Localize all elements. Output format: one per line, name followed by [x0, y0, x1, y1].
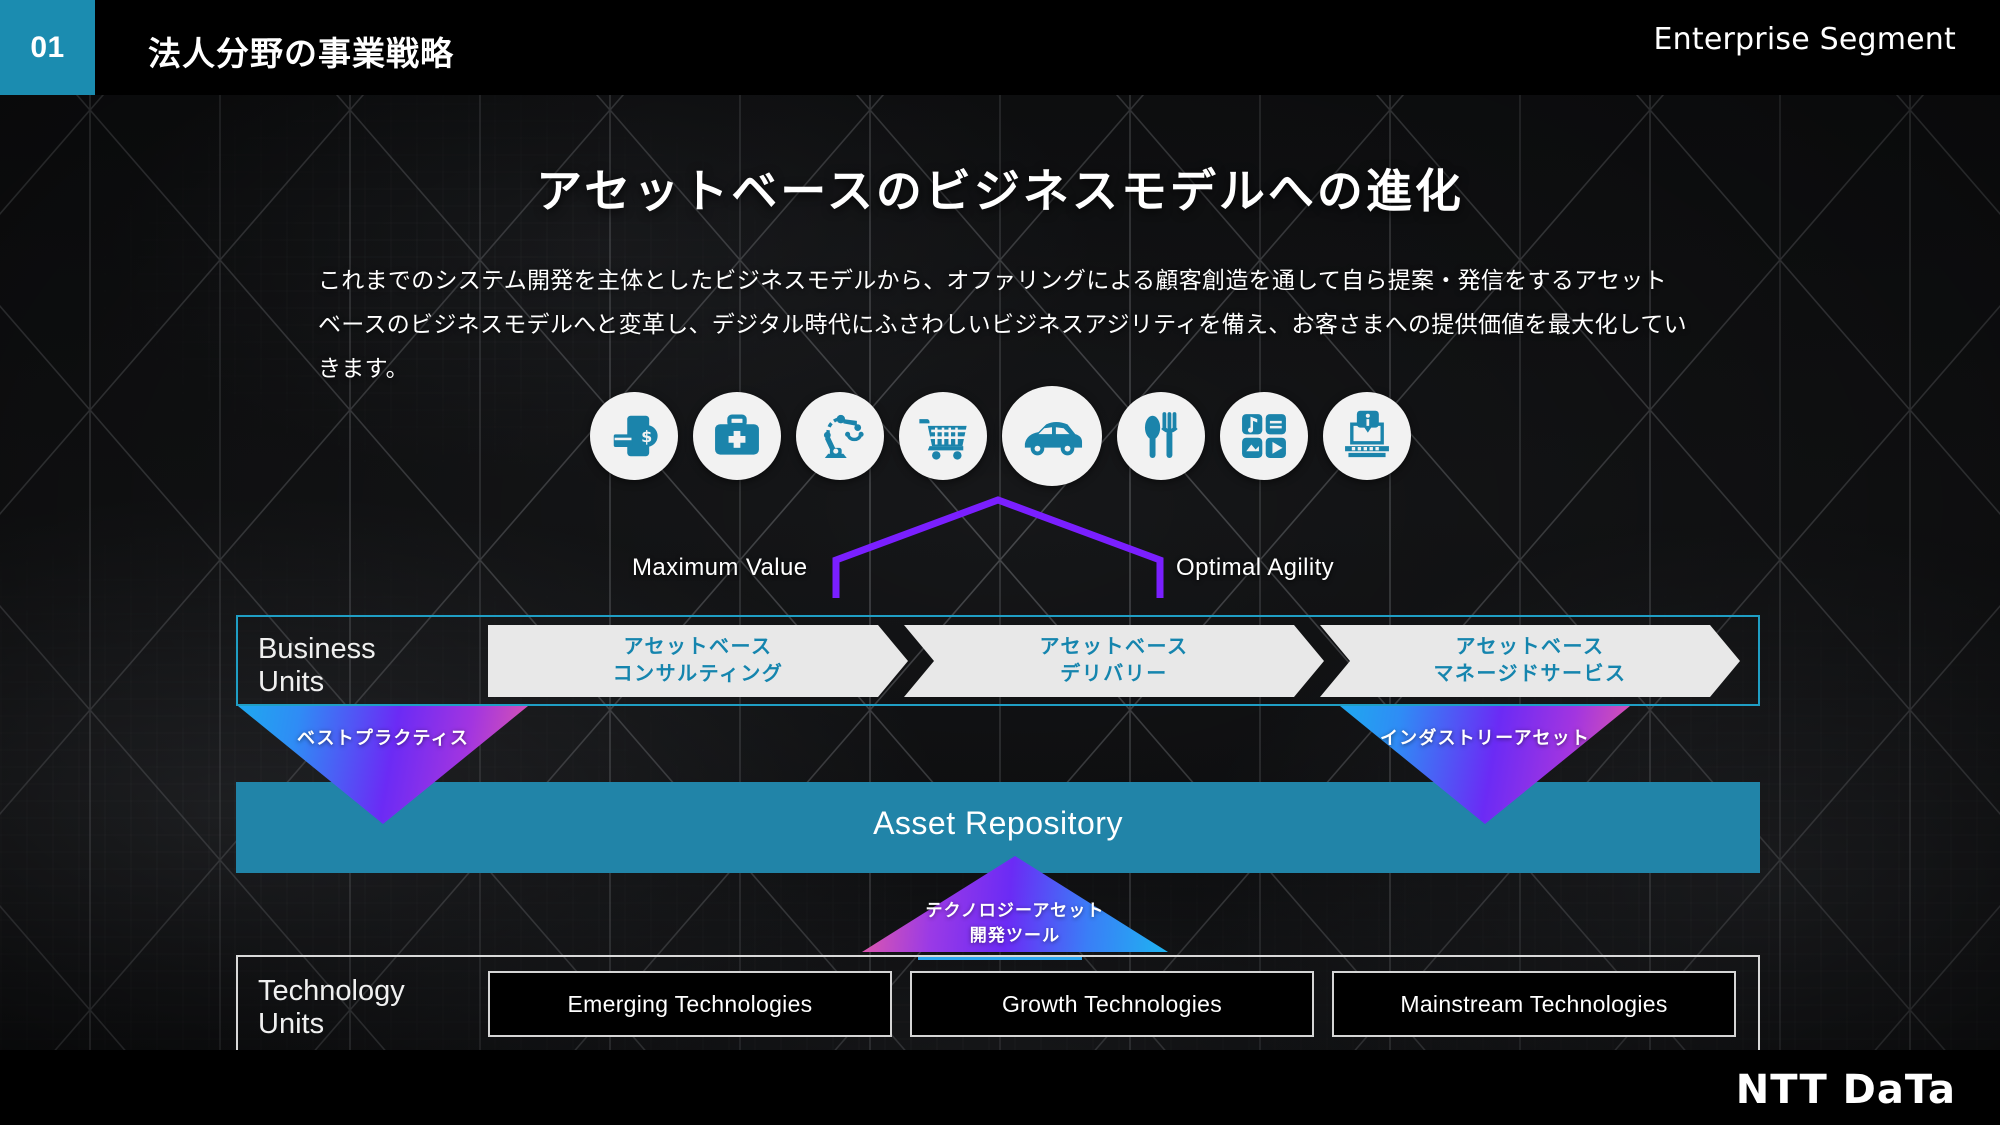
slide-header: 01 法人分野の事業戦略 Enterprise Segment — [0, 0, 2000, 95]
lede-paragraph: これまでのシステム開発を主体としたビジネスモデルから、オファリングによる顧客創造… — [318, 267, 1687, 381]
arrow-label-maximum-value: Maximum Value — [632, 554, 808, 581]
chevron-managed-service-line2: マネージドサービス — [1433, 663, 1627, 685]
business-units-label: Business Units — [258, 633, 376, 699]
chevron-consulting-line2: コンサルティング — [612, 663, 784, 685]
chevron-consulting-line1: アセットベース — [623, 636, 773, 658]
mobile-payment-icon: $ — [589, 392, 678, 480]
page-title: 法人分野の事業戦略 — [148, 35, 454, 72]
technology-units-label-line1: Technology — [258, 975, 405, 1007]
shopping-cart-icon — [898, 392, 987, 480]
chevron-managed-service-line1: アセットベース — [1455, 636, 1605, 658]
chevron-delivery[interactable]: アセットベース デリバリー — [904, 625, 1324, 697]
robot-arm-icon — [795, 392, 884, 480]
car-icon — [1001, 386, 1102, 486]
media-apps-icon — [1219, 392, 1308, 480]
section-number-badge: 01 — [0, 0, 95, 95]
industry-icon-row: $ — [0, 386, 2000, 486]
chevron-delivery-line2: デリバリー — [1060, 663, 1168, 685]
business-units-label-line1: Business — [258, 633, 376, 665]
business-units-label-line2: Units — [258, 666, 325, 698]
technology-units-label: Technology Units — [258, 975, 405, 1041]
laptop-info-icon — [1322, 392, 1411, 480]
arrow-label-optimal-agility: Optimal Agility — [1176, 554, 1335, 581]
triangle-technology-asset-line1: テクノロジーアセット — [925, 901, 1105, 920]
asset-repository-label: Asset Repository — [873, 805, 1123, 841]
headline: アセットベースのビジネスモデルへの進化 — [536, 165, 1464, 217]
triangle-technology-asset-line2: 開発ツール — [969, 926, 1061, 945]
technology-units-label-line2: Units — [258, 1008, 325, 1040]
medical-kit-icon — [692, 392, 781, 480]
svg-text:$: $ — [641, 427, 652, 446]
tech-box-mainstream[interactable]: Mainstream Technologies — [1332, 971, 1736, 1037]
slide-footer: NTT DaTa — [0, 1050, 2000, 1125]
tech-box-emerging[interactable]: Emerging Technologies — [488, 971, 892, 1037]
cutlery-icon — [1116, 392, 1205, 480]
tech-box-growth[interactable]: Growth Technologies — [910, 971, 1314, 1037]
slide-root: 01 法人分野の事業戦略 Enterprise Segment アセットベースの… — [0, 0, 2000, 1125]
chevron-delivery-line1: アセットベース — [1039, 636, 1189, 658]
business-units-chevron-row: アセットベース コンサルティング アセットベース デリバリー アセットベース マ… — [488, 625, 1736, 697]
triangle-technology-asset-label: テクノロジーアセット 開発ツール — [862, 898, 1168, 948]
chevron-consulting[interactable]: アセットベース コンサルティング — [488, 625, 908, 697]
technology-units-row: Emerging Technologies Growth Technologie… — [488, 971, 1736, 1037]
ntt-data-logo: NTT DaTa — [1735, 1067, 1956, 1113]
chevron-managed-service[interactable]: アセットベース マネージドサービス — [1320, 625, 1740, 697]
segment-label: Enterprise Segment — [1653, 22, 1956, 57]
